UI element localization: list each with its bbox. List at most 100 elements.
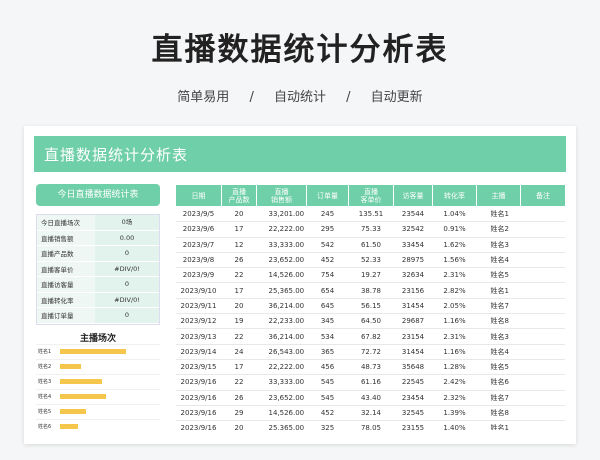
column-header[interactable]: 订单量	[306, 184, 349, 207]
column-header[interactable]: 直播 客单价	[348, 184, 394, 207]
table-cell[interactable]: 姓名5	[476, 359, 521, 376]
table-cell[interactable]: 22	[221, 374, 257, 391]
table-cell[interactable]: 31454	[393, 344, 433, 360]
table-cell[interactable]: 17	[221, 221, 257, 238]
table-cell[interactable]: 2.42%	[432, 374, 477, 391]
table-cell[interactable]: 姓名4	[476, 252, 521, 269]
table-cell[interactable]: 姓名5	[476, 267, 521, 284]
table-row[interactable]: 2023/9/9 22 14,526.00 754 19.27 32634 2.31% 姓名5	[175, 267, 565, 284]
table-cell[interactable]	[520, 359, 565, 376]
table-cell[interactable]: 1.28%	[432, 359, 477, 376]
table-cell[interactable]: 25,365.00	[256, 420, 307, 430]
table-cell[interactable]: 12	[221, 237, 257, 253]
table-cell[interactable]: 19	[221, 313, 257, 330]
table-cell[interactable]	[520, 267, 565, 284]
table-cell[interactable]: 545	[306, 390, 349, 406]
table-cell[interactable]: 2.05%	[432, 298, 477, 315]
table-cell[interactable]: 456	[306, 359, 349, 376]
table-cell[interactable]: 0.91%	[432, 221, 477, 238]
table-cell[interactable]: 33,333.00	[256, 237, 307, 253]
table-cell[interactable]: 姓名4	[476, 344, 521, 360]
table-cell[interactable]: 61.16	[348, 374, 394, 391]
table-cell[interactable]	[520, 282, 565, 299]
table-cell[interactable]	[520, 221, 565, 238]
table-row[interactable]: 2023/9/8 26 23,652.00 452 52.33 28975 1.56% 姓名4	[175, 252, 565, 269]
column-header[interactable]: 主播	[476, 184, 521, 207]
table-cell[interactable]: 22	[221, 328, 257, 345]
table-cell[interactable]: 1.16%	[432, 313, 477, 330]
table-cell[interactable]: 20	[221, 206, 257, 223]
table-cell[interactable]: 36,214.00	[256, 298, 307, 315]
table-row[interactable]: 2023/9/16 29 14,526.00 452 32.14 32545 1.39% 姓名…	[175, 405, 565, 422]
table-cell[interactable]	[520, 390, 565, 406]
table-row[interactable]: 2023/9/16 20 25,365.00 325 78.05 23155 1.40% 姓名…	[175, 420, 565, 430]
column-header[interactable]: 备注	[520, 184, 565, 207]
table-cell[interactable]: 28975	[393, 252, 433, 269]
table-cell[interactable]: 2.31%	[432, 267, 477, 284]
table-cell[interactable]	[520, 298, 565, 315]
table-cell[interactable]: 2023/9/14	[175, 344, 222, 360]
table-cell[interactable]: 2023/9/16	[175, 374, 222, 391]
table-cell[interactable]: 2.32%	[432, 390, 477, 406]
table-cell[interactable]	[520, 405, 565, 422]
table-cell[interactable]: 20	[221, 420, 257, 430]
table-cell[interactable]: 78.05	[348, 420, 394, 430]
table-row[interactable]: 2023/9/12 19 22,233.00 345 64.50 29687 1.16% 姓名…	[175, 313, 565, 330]
table-cell[interactable]: 542	[306, 237, 349, 253]
table-cell[interactable]: 19.27	[348, 267, 394, 284]
column-header[interactable]: 直播 产品数	[221, 184, 257, 207]
table-cell[interactable]: 754	[306, 267, 349, 284]
table-cell[interactable]: 2023/9/6	[175, 221, 222, 238]
table-cell[interactable]: 52.33	[348, 252, 394, 269]
table-cell[interactable]: 23155	[393, 420, 433, 430]
table-cell[interactable]: 2023/9/8	[175, 252, 222, 269]
table-cell[interactable]: 345	[306, 313, 349, 330]
table-cell[interactable]: 14,526.00	[256, 267, 307, 284]
table-cell[interactable]	[520, 374, 565, 391]
table-cell[interactable]	[520, 237, 565, 253]
table-cell[interactable]: 365	[306, 344, 349, 360]
table-cell[interactable]: 14,526.00	[256, 405, 307, 422]
table-row[interactable]: 2023/9/6 17 22,222.00 295 75.33 32542 0.91% 姓名2	[175, 221, 565, 238]
table-cell[interactable]	[520, 206, 565, 223]
table-cell[interactable]: 26	[221, 252, 257, 269]
table-cell[interactable]: 29	[221, 405, 257, 422]
table-cell[interactable]: 姓名3	[476, 237, 521, 253]
table-cell[interactable]: 23,652.00	[256, 390, 307, 406]
table-cell[interactable]	[520, 328, 565, 345]
table-cell[interactable]: 23,652.00	[256, 252, 307, 269]
table-cell[interactable]: 23156	[393, 282, 433, 299]
table-cell[interactable]: 17	[221, 282, 257, 299]
table-cell[interactable]: 22,222.00	[256, 221, 307, 238]
table-row[interactable]: 2023/9/14 24 26,543.00 365 72.72 31454 1.16% 姓名…	[175, 344, 565, 360]
table-cell[interactable]: 1.16%	[432, 344, 477, 360]
table-cell[interactable]: 2023/9/13	[175, 328, 222, 345]
table-cell[interactable]: 1.04%	[432, 206, 477, 223]
table-cell[interactable]: 姓名7	[476, 390, 521, 406]
table-cell[interactable]: 17	[221, 359, 257, 376]
table-cell[interactable]: 43.40	[348, 390, 394, 406]
table-cell[interactable]	[520, 344, 565, 360]
table-cell[interactable]: 2023/9/12	[175, 313, 222, 330]
table-cell[interactable]: 1.39%	[432, 405, 477, 422]
table-cell[interactable]: 姓名8	[476, 405, 521, 422]
table-cell[interactable]: 22545	[393, 374, 433, 391]
table-cell[interactable]: 36,214.00	[256, 328, 307, 345]
table-cell[interactable]: 2023/9/15	[175, 359, 222, 376]
table-cell[interactable]: 2023/9/11	[175, 298, 222, 315]
table-cell[interactable]: 24	[221, 344, 257, 360]
table-cell[interactable]: 2.82%	[432, 282, 477, 299]
table-cell[interactable]: 26	[221, 390, 257, 406]
table-cell[interactable]: 姓名2	[476, 221, 521, 238]
table-cell[interactable]: 1.62%	[432, 237, 477, 253]
table-row[interactable]: 2023/9/16 26 23,652.00 545 43.40 23454 2.32% 姓名…	[175, 390, 565, 406]
table-cell[interactable]: 32545	[393, 405, 433, 422]
table-cell[interactable]: 2023/9/16	[175, 405, 222, 422]
table-cell[interactable]: 545	[306, 374, 349, 391]
table-cell[interactable]: 姓名1	[476, 282, 521, 299]
table-cell[interactable]: 22,233.00	[256, 313, 307, 330]
table-cell[interactable]: 32542	[393, 221, 433, 238]
table-cell[interactable]: 25,365.00	[256, 282, 307, 299]
table-cell[interactable]: 31454	[393, 298, 433, 315]
table-cell[interactable]: 452	[306, 252, 349, 269]
